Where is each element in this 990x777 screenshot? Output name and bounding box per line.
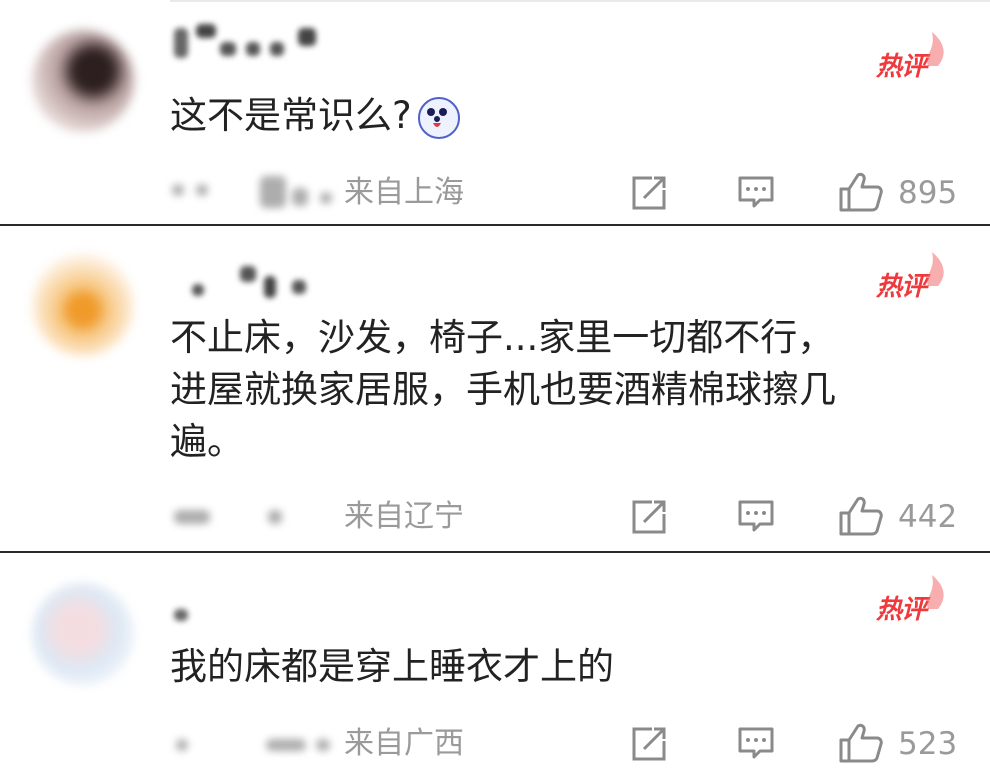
location-text: 来自上海 bbox=[344, 175, 464, 210]
location-text: 来自辽宁 bbox=[344, 499, 464, 534]
comment-item: 热评 我的床都是穿上睡衣才上的 来自广西 523 bbox=[0, 553, 990, 777]
share-icon[interactable] bbox=[630, 498, 670, 536]
comment-icon[interactable] bbox=[736, 725, 776, 763]
comment-text: 不止床，沙发，椅子...家里一切都不行， 进屋就换家居服，手机也要酒精棉球擦几 … bbox=[170, 312, 960, 468]
comment-icon[interactable] bbox=[736, 174, 776, 212]
avatar[interactable] bbox=[32, 254, 134, 356]
flame-icon bbox=[927, 252, 944, 286]
share-icon[interactable] bbox=[630, 725, 670, 763]
flame-icon bbox=[927, 575, 944, 609]
hot-comment-badge: 热评 bbox=[876, 252, 946, 302]
comment-line: 不止床，沙发，椅子...家里一切都不行， bbox=[170, 316, 835, 359]
husky-emoji-icon bbox=[417, 96, 460, 139]
timestamp-blurred bbox=[170, 176, 345, 208]
location-text: 来自广西 bbox=[344, 726, 464, 761]
avatar[interactable] bbox=[32, 30, 134, 132]
hot-label: 热评 bbox=[876, 272, 927, 302]
username-blurred[interactable] bbox=[170, 22, 350, 62]
like-count: 523 bbox=[898, 726, 958, 762]
avatar[interactable] bbox=[32, 583, 134, 685]
comment-icon[interactable] bbox=[736, 498, 776, 536]
thumbs-up-icon[interactable] bbox=[838, 723, 884, 763]
comment-line: 这不是常识么? bbox=[170, 94, 412, 137]
username-blurred[interactable] bbox=[170, 262, 350, 302]
like-count: 895 bbox=[898, 175, 958, 211]
comment-footer: 来自广西 523 bbox=[170, 721, 970, 767]
timestamp-blurred bbox=[170, 727, 345, 759]
flame-icon bbox=[927, 32, 944, 66]
comment-line: 遍。 bbox=[170, 420, 244, 463]
share-icon[interactable] bbox=[630, 174, 670, 212]
like-count: 442 bbox=[898, 499, 958, 535]
comment-item: 热评 这不是常识么? 来自上海 895 bbox=[0, 0, 990, 222]
comment-text: 这不是常识么? bbox=[170, 90, 960, 142]
comment-item: 热评 不止床，沙发，椅子...家里一切都不行， 进屋就换家居服，手机也要酒精棉球… bbox=[0, 226, 990, 551]
hot-label: 热评 bbox=[876, 52, 927, 82]
hot-comment-badge: 热评 bbox=[876, 32, 946, 82]
comment-line: 我的床都是穿上睡衣才上的 bbox=[170, 645, 614, 688]
timestamp-blurred bbox=[170, 500, 345, 532]
comment-footer: 来自辽宁 442 bbox=[170, 494, 970, 540]
comment-line: 进屋就换家居服，手机也要酒精棉球擦几 bbox=[170, 368, 836, 411]
hot-comment-badge: 热评 bbox=[876, 575, 946, 625]
username-blurred[interactable] bbox=[170, 597, 350, 637]
comment-footer: 来自上海 895 bbox=[170, 170, 970, 216]
comment-text: 我的床都是穿上睡衣才上的 bbox=[170, 641, 960, 693]
thumbs-up-icon[interactable] bbox=[838, 172, 884, 212]
thumbs-up-icon[interactable] bbox=[838, 496, 884, 536]
hot-label: 热评 bbox=[876, 595, 927, 625]
